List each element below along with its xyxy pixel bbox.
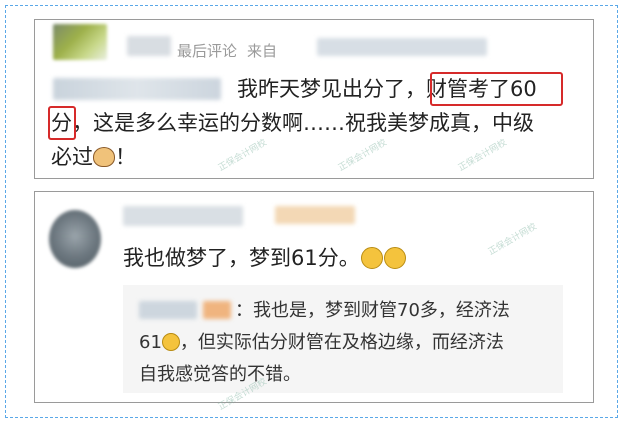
red-highlight-box-2 <box>48 106 76 140</box>
comment-card-2: 我也做梦了，梦到61分。 ：我也是，梦到财管70多，经济法 61 ，但实际估分财管… <box>34 191 594 413</box>
red-highlight-box-1 <box>430 72 563 106</box>
reply-username-blurred <box>139 301 197 319</box>
meta-latest-comment: 最后评论 <box>177 42 238 60</box>
meta-from: 来自 <box>247 42 278 60</box>
reply-line-3: 自我感觉答的不错。 <box>139 364 301 385</box>
reply-badge-blurred <box>203 301 231 319</box>
comment-2-body: 我也做梦了，梦到61分。 <box>123 242 406 272</box>
reply-line-2-start: 61 <box>139 332 162 353</box>
comment-1-line3-end: ！ <box>115 145 136 169</box>
crying-emoji-icon <box>360 247 383 269</box>
comment-1-line1: 我昨天梦见出分了， <box>237 77 426 101</box>
crying-emoji-icon <box>383 247 406 269</box>
reply-line-2-end: ，但实际估分财管在及格边缘，而经济法 <box>179 332 504 353</box>
watermark: 正保会计网校 <box>336 137 389 174</box>
laughing-emoji-icon <box>161 333 180 351</box>
watermark: 正保会计网校 <box>486 221 539 258</box>
mention-blurred <box>53 78 221 100</box>
username-blurred <box>127 36 171 56</box>
source-blurred <box>317 38 487 56</box>
watermark: 正保会计网校 <box>456 137 509 174</box>
watermark: 正保会计网校 <box>216 137 269 174</box>
comment-card-1: 最后评论 来自 我昨天梦见出分了，财管考了60 分，这是多么幸运的分数啊……祝我美… <box>34 19 594 179</box>
comment-2-text: 我也做梦了，梦到61分。 <box>123 246 360 270</box>
reply-box: ：我也是，梦到财管70多，经济法 61 ，但实际估分财管在及格边缘，而经济法 自我… <box>123 285 563 393</box>
comment-1-line3: 必过 <box>51 145 93 169</box>
comment-1-line2: ，这是多么幸运的分数啊……祝我美梦成真，中级 <box>72 111 534 135</box>
comment-meta: 最后评论 来自 <box>177 40 287 61</box>
badge-blurred <box>275 206 355 224</box>
cat-emoji-icon <box>93 147 115 167</box>
avatar-blurred <box>49 210 101 268</box>
reply-line-1: ：我也是，梦到财管70多，经济法 <box>235 300 510 321</box>
avatar-blurred <box>53 24 107 60</box>
username-blurred <box>123 206 243 226</box>
